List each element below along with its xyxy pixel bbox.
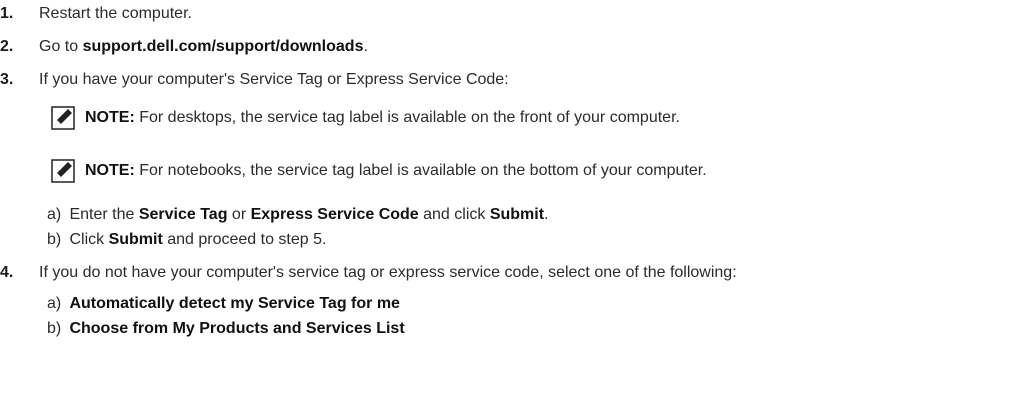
sub-label: a) — [47, 206, 62, 223]
pencil-note-icon — [51, 106, 75, 130]
note-label: NOTE: — [85, 162, 135, 179]
step-text-prefix: Go to — [39, 38, 83, 55]
step-3-sub-a: a) Enter the Service Tag or Express Serv… — [47, 205, 549, 225]
note-text: For notebooks, the service tag label is … — [134, 162, 707, 179]
note-label: NOTE: — [85, 109, 135, 126]
sub-text: Click — [69, 231, 109, 248]
support-downloads-link[interactable]: support.dell.com/support/downloads — [83, 38, 364, 55]
sub-label: b) — [47, 231, 62, 248]
step-text-suffix: . — [363, 38, 368, 55]
sub-label: a) — [47, 295, 62, 312]
sub-text: . — [544, 206, 549, 223]
step-number: 1. — [0, 5, 14, 22]
service-tag-term: Service Tag — [138, 206, 228, 223]
step-text: Restart the computer. — [39, 5, 192, 22]
step-text: Go to support.dell.com/support/downloads… — [39, 37, 368, 57]
step-3-sub-b: b) Click Submit and proceed to step 5. — [47, 230, 326, 250]
submit-term: Submit — [108, 231, 163, 248]
sub-text: or — [227, 206, 251, 223]
note-desktops: NOTE: For desktops, the service tag labe… — [85, 108, 680, 128]
pencil-note-icon — [51, 159, 75, 183]
sub-text: and click — [418, 206, 490, 223]
step-number: 3. — [0, 71, 14, 88]
step-number: 4. — [0, 264, 14, 281]
step-number: 2. — [0, 38, 14, 55]
step-text: If you do not have your computer's servi… — [39, 264, 737, 281]
express-service-code-term: Express Service Code — [250, 206, 419, 223]
step-4-sub-a: a) Automatically detect my Service Tag f… — [47, 294, 400, 314]
note-text: For desktops, the service tag label is a… — [134, 109, 680, 126]
sub-text: and proceed to step 5. — [162, 231, 327, 248]
step-4-sub-b: b) Choose from My Products and Services … — [47, 319, 405, 339]
step-text: If you have your computer's Service Tag … — [39, 71, 509, 88]
choose-products-list-option[interactable]: Choose from My Products and Services Lis… — [69, 320, 404, 337]
auto-detect-service-tag-option[interactable]: Automatically detect my Service Tag for … — [69, 295, 399, 312]
note-notebooks: NOTE: For notebooks, the service tag lab… — [85, 161, 707, 181]
submit-term: Submit — [489, 206, 545, 223]
sub-text: Enter the — [69, 206, 139, 223]
sub-label: b) — [47, 320, 62, 337]
